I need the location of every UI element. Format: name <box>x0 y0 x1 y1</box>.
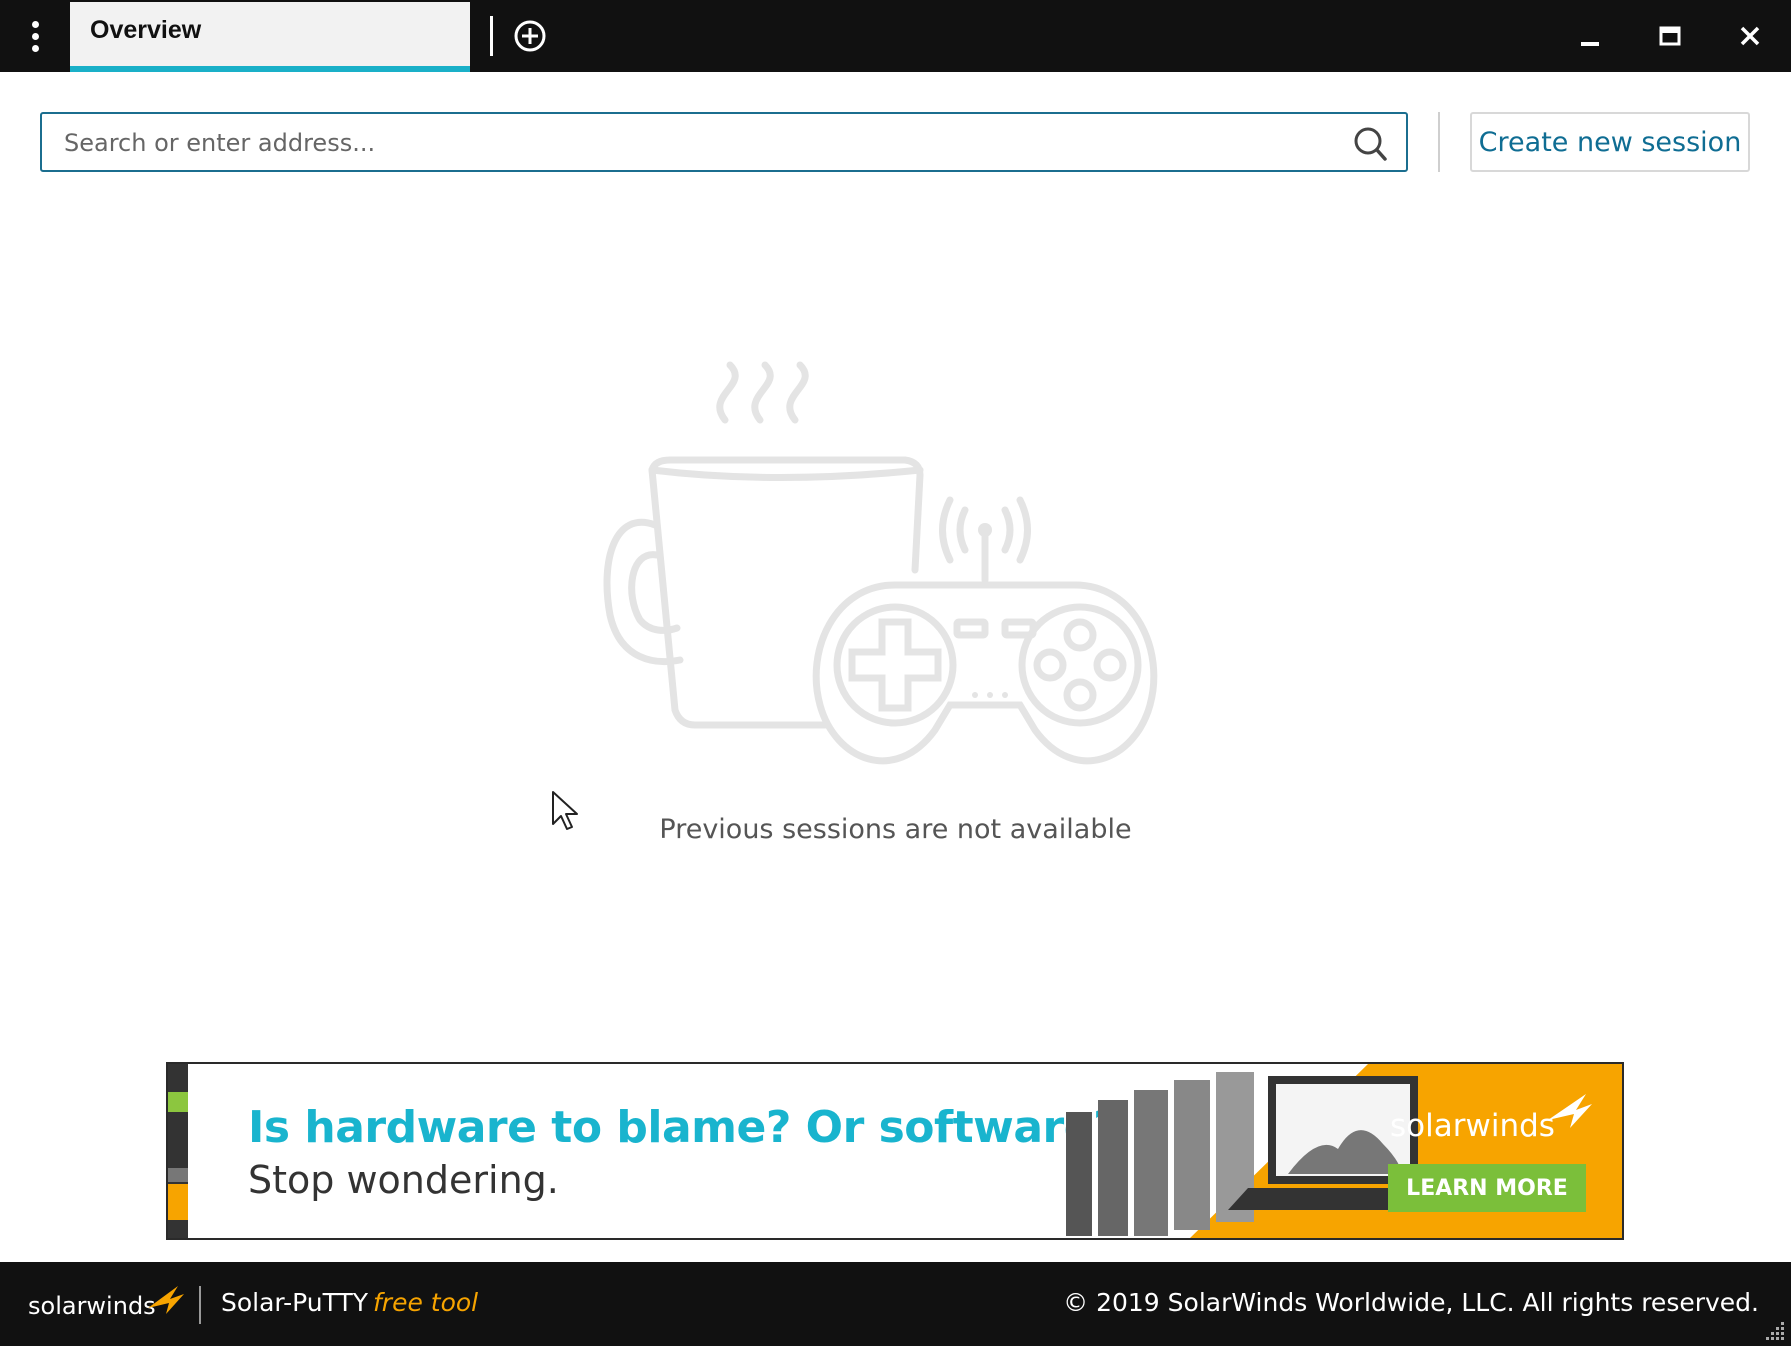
plus-circle-icon[interactable] <box>510 16 550 56</box>
toolbar-divider <box>1438 112 1440 172</box>
ad-subline: Stop wondering. <box>248 1158 559 1202</box>
empty-state-message: Previous sessions are not available <box>659 814 1132 845</box>
search-input[interactable] <box>62 122 1336 164</box>
close-icon[interactable] <box>1720 10 1780 62</box>
empty-state-illustration <box>603 361 1158 765</box>
footer-free-tool-tag: free tool <box>373 1288 479 1317</box>
app-window: Overview Create new session <box>0 0 1791 1346</box>
search-icon[interactable] <box>1352 126 1388 162</box>
ad-banner[interactable]: Is hardware to blame? Or software? Stop … <box>166 1062 1624 1240</box>
footer-product-name: Solar-PuTTY <box>221 1288 368 1317</box>
title-bar: Overview <box>0 0 1791 72</box>
status-footer: solarwinds Solar-PuTTY free tool © 2019 … <box>0 1262 1791 1346</box>
tab-overview[interactable]: Overview <box>70 2 470 72</box>
footer-copyright: © 2019 SolarWinds Worldwide, LLC. All ri… <box>1063 1288 1759 1317</box>
resize-grip-icon[interactable] <box>1763 1320 1785 1342</box>
ad-brand-logo: solarwinds <box>1390 1108 1555 1144</box>
solarwinds-flame-icon <box>1548 1094 1592 1128</box>
minimize-icon[interactable] <box>1560 10 1620 62</box>
search-box <box>40 112 1408 172</box>
tab-overview-label: Overview <box>90 16 202 44</box>
solarwinds-flame-icon <box>148 1286 184 1314</box>
mouse-pointer-icon <box>552 791 578 830</box>
footer-brand-logo: solarwinds <box>28 1292 156 1320</box>
learn-more-button[interactable]: LEARN MORE <box>1388 1164 1586 1212</box>
ad-artwork <box>1066 1064 1622 1238</box>
ad-headline: Is hardware to blame? Or software? <box>248 1102 1119 1153</box>
kebab-menu-icon[interactable] <box>0 0 70 72</box>
gamepad-icon <box>812 496 1158 765</box>
ad-color-stripe <box>168 1064 188 1238</box>
coffee-cup-icon <box>603 361 924 729</box>
create-new-session-button[interactable]: Create new session <box>1470 112 1750 172</box>
footer-divider <box>199 1286 201 1324</box>
maximize-icon[interactable] <box>1640 10 1700 62</box>
server-rack-icon <box>1066 1072 1254 1236</box>
tab-divider <box>490 16 493 56</box>
